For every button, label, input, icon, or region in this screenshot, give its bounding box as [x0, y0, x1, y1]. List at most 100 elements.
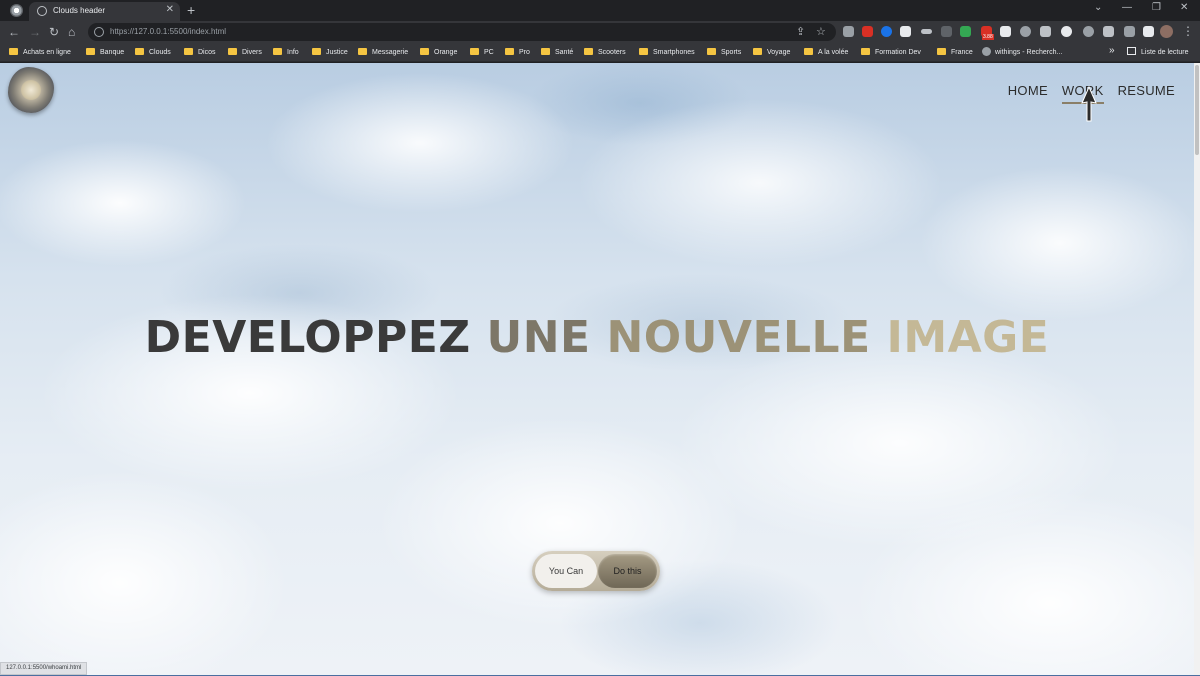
back-icon[interactable]: ← [8, 24, 20, 40]
you-can-button[interactable]: You Can [535, 554, 597, 588]
folder-icon [753, 48, 762, 55]
bookmark-folder[interactable]: Achats en ligne [9, 47, 71, 59]
folder-icon [312, 48, 321, 55]
bookmark-folder[interactable]: PC [470, 47, 494, 59]
bookmark-folder[interactable]: Santé [541, 47, 573, 59]
bookmark-folder[interactable]: Pro [505, 47, 530, 59]
bookmark-folder[interactable]: Banque [86, 47, 124, 59]
extension-icon[interactable] [1000, 26, 1011, 37]
bookmark-star-icon[interactable]: ☆ [816, 25, 826, 38]
extension-icon[interactable] [1083, 26, 1094, 37]
extension-icon[interactable] [900, 26, 911, 37]
folder-icon [358, 48, 367, 55]
extension-badge: 3.88 [982, 34, 994, 40]
arrow-cursor-icon [1081, 85, 1097, 122]
new-tab-button[interactable]: + [187, 1, 195, 19]
extension-icon[interactable] [960, 26, 971, 37]
folder-icon [937, 48, 946, 55]
extension-icon[interactable] [881, 26, 892, 37]
puzzle-icon[interactable] [1124, 26, 1135, 37]
site-info-icon[interactable] [94, 27, 104, 37]
folder-icon [86, 48, 95, 55]
headline-word: DEVELOPPEZ [144, 312, 471, 363]
bookmark-folder[interactable]: Clouds [135, 47, 171, 59]
tab-clouds-header[interactable]: Clouds header ✕ [29, 2, 180, 21]
extension-icon[interactable] [1020, 26, 1031, 37]
headline-word: UNE [486, 312, 591, 363]
folder-icon [470, 48, 479, 55]
address-bar[interactable]: https://127.0.0.1:5500/index.html ⇪ ☆ [88, 23, 836, 41]
bookmark-folder[interactable]: Orange [420, 47, 457, 59]
bookmark-folder[interactable]: Messagerie [358, 47, 408, 59]
folder-icon [273, 48, 282, 55]
logo-icon[interactable] [8, 67, 54, 113]
bookmark-folder[interactable]: Sports [707, 47, 741, 59]
bookmark-folder[interactable]: Scooters [584, 47, 626, 59]
bookmark-link[interactable]: withings - Recherch... [982, 47, 1062, 59]
tab-title: Clouds header [53, 6, 106, 15]
do-this-button[interactable]: Do this [598, 554, 657, 588]
extension-icon[interactable] [941, 26, 952, 37]
hero-headline: DEVELOPPEZ UNE NOUVELLE IMAGE [0, 312, 1194, 363]
bookmark-folder[interactable]: Divers [228, 47, 262, 59]
reading-list-button[interactable]: Liste de lecture [1127, 47, 1188, 56]
home-icon[interactable]: ⌂ [68, 24, 75, 40]
status-bar-url: 127.0.0.1:5500/whoami.html [0, 662, 88, 675]
reading-list-icon [1127, 47, 1136, 55]
folder-icon [639, 48, 648, 55]
browser-toolbar: ← → ↻ ⌂ https://127.0.0.1:5500/index.htm… [0, 21, 1200, 43]
folder-icon [420, 48, 429, 55]
bookmark-folder[interactable]: A la volée [804, 47, 848, 59]
clouds-header: HOME WORK RESUME DEVELOPPEZ UNE NOUVELLE… [0, 63, 1194, 675]
extension-icon[interactable] [1143, 26, 1154, 37]
headline-word: NOUVELLE [606, 312, 871, 363]
url-text[interactable]: https://127.0.0.1:5500/index.html [110, 27, 226, 36]
nav-home[interactable]: HOME [1008, 83, 1048, 98]
more-bookmarks-button[interactable]: » [1109, 45, 1115, 56]
globe-icon [982, 47, 991, 56]
tab-close-icon[interactable]: ✕ [166, 4, 174, 15]
folder-icon [541, 48, 550, 55]
headline-word: IMAGE [886, 312, 1050, 363]
bookmark-folder[interactable]: Smartphones [639, 47, 695, 59]
forward-icon[interactable]: → [29, 24, 41, 40]
maximize-icon[interactable]: ❐ [1152, 2, 1161, 13]
extension-icon[interactable] [1040, 26, 1051, 37]
chrome-menu-icon[interactable] [10, 4, 23, 17]
scrollbar-thumb[interactable] [1195, 65, 1199, 155]
share-icon[interactable]: ⇪ [796, 25, 805, 38]
bookmark-folder[interactable]: France [937, 47, 973, 59]
extension-icon[interactable] [843, 26, 854, 37]
extension-icon[interactable] [1061, 26, 1072, 37]
bookmark-folder[interactable]: Dicos [184, 47, 216, 59]
bookmark-folder[interactable]: Justice [312, 47, 348, 59]
folder-icon [135, 48, 144, 55]
extension-icon[interactable] [921, 29, 932, 34]
cta-toggle: You Can Do this [532, 551, 660, 591]
extension-icon[interactable] [1103, 26, 1114, 37]
avatar[interactable] [1160, 25, 1173, 38]
minimize-icon[interactable]: — [1122, 2, 1132, 13]
close-window-icon[interactable]: ✕ [1180, 2, 1188, 13]
folder-icon [861, 48, 870, 55]
bookmark-folder[interactable]: Voyage [753, 47, 790, 59]
logo-emblem [21, 80, 41, 100]
globe-icon [37, 6, 47, 16]
bookmarks-bar: Achats en ligne Banque Clouds Dicos Dive… [0, 43, 1200, 62]
extension-icon[interactable] [862, 26, 873, 37]
nav-resume[interactable]: RESUME [1118, 83, 1175, 98]
folder-icon [9, 48, 18, 55]
more-menu-icon[interactable]: ⋮ [1182, 24, 1194, 38]
folder-icon [707, 48, 716, 55]
folder-icon [584, 48, 593, 55]
page-scrollbar[interactable] [1194, 63, 1200, 675]
bookmark-folder[interactable]: Formation Dev [861, 47, 921, 59]
folder-icon [184, 48, 193, 55]
reload-icon[interactable]: ↻ [49, 24, 59, 40]
browser-tabstrip: Clouds header ✕ + ⌄ — ❐ ✕ [0, 0, 1200, 21]
tab-search-icon[interactable]: ⌄ [1094, 2, 1102, 13]
folder-icon [804, 48, 813, 55]
bookmark-folder[interactable]: Info [273, 47, 299, 59]
folder-icon [228, 48, 237, 55]
folder-icon [505, 48, 514, 55]
